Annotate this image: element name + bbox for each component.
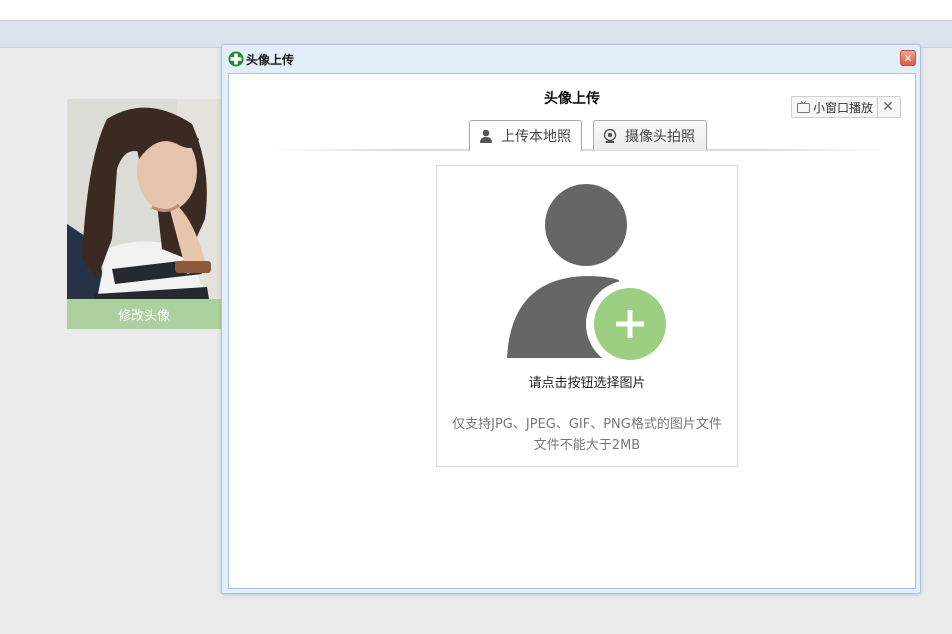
mini-player-label: 小窗口播放 (813, 100, 874, 115)
close-icon: ✕ (882, 99, 894, 115)
upload-area: 请点击按钮选择图片 仅支持JPG、JPEG、GIF、PNG格式的图片文件 文件不… (436, 165, 738, 467)
webcam-icon (603, 128, 617, 143)
supported-formats-text: 仅支持JPG、JPEG、GIF、PNG格式的图片文件 (452, 417, 722, 432)
tv-icon (797, 101, 810, 113)
tab-webcam-photo[interactable]: 摄像头拍照 (593, 120, 707, 150)
user-icon (480, 129, 492, 143)
upload-format-note: 仅支持JPG、JPEG、GIF、PNG格式的图片文件 文件不能大于2MB (437, 414, 737, 456)
avatar-upload-dialog: 头像上传 ✕ 头像上传 小窗口播放 ✕ 上传本地照 摄像头拍照 请点击按钮选择图… (221, 44, 921, 594)
mini-player-button[interactable]: 小窗口播放 (792, 97, 879, 117)
add-user-icon[interactable] (507, 184, 669, 364)
dialog-titlebar[interactable]: 头像上传 (222, 45, 920, 73)
dialog-close-button[interactable]: ✕ (900, 50, 916, 66)
dialog-title: 头像上传 (246, 52, 295, 67)
edit-avatar-button[interactable]: 修改头像 (67, 299, 221, 329)
close-icon: ✕ (903, 51, 913, 65)
green-plus-icon (228, 51, 244, 67)
top-bar (0, 0, 952, 20)
mini-player-control: 小窗口播放 ✕ (791, 96, 901, 118)
avatar-card: 修改头像 (67, 99, 221, 329)
dialog-body: 头像上传 小窗口播放 ✕ 上传本地照 摄像头拍照 请点击按钮选择图片 仅支持JP… (228, 73, 916, 589)
file-size-limit-text: 文件不能大于2MB (533, 438, 641, 453)
tab-label: 摄像头拍照 (625, 128, 695, 145)
mini-player-close-button[interactable]: ✕ (878, 97, 898, 117)
avatar-photo (67, 99, 221, 299)
tab-label: 上传本地照 (501, 129, 571, 145)
tab-upload-local[interactable]: 上传本地照 (469, 120, 582, 151)
upload-hint: 请点击按钮选择图片 (528, 376, 646, 391)
